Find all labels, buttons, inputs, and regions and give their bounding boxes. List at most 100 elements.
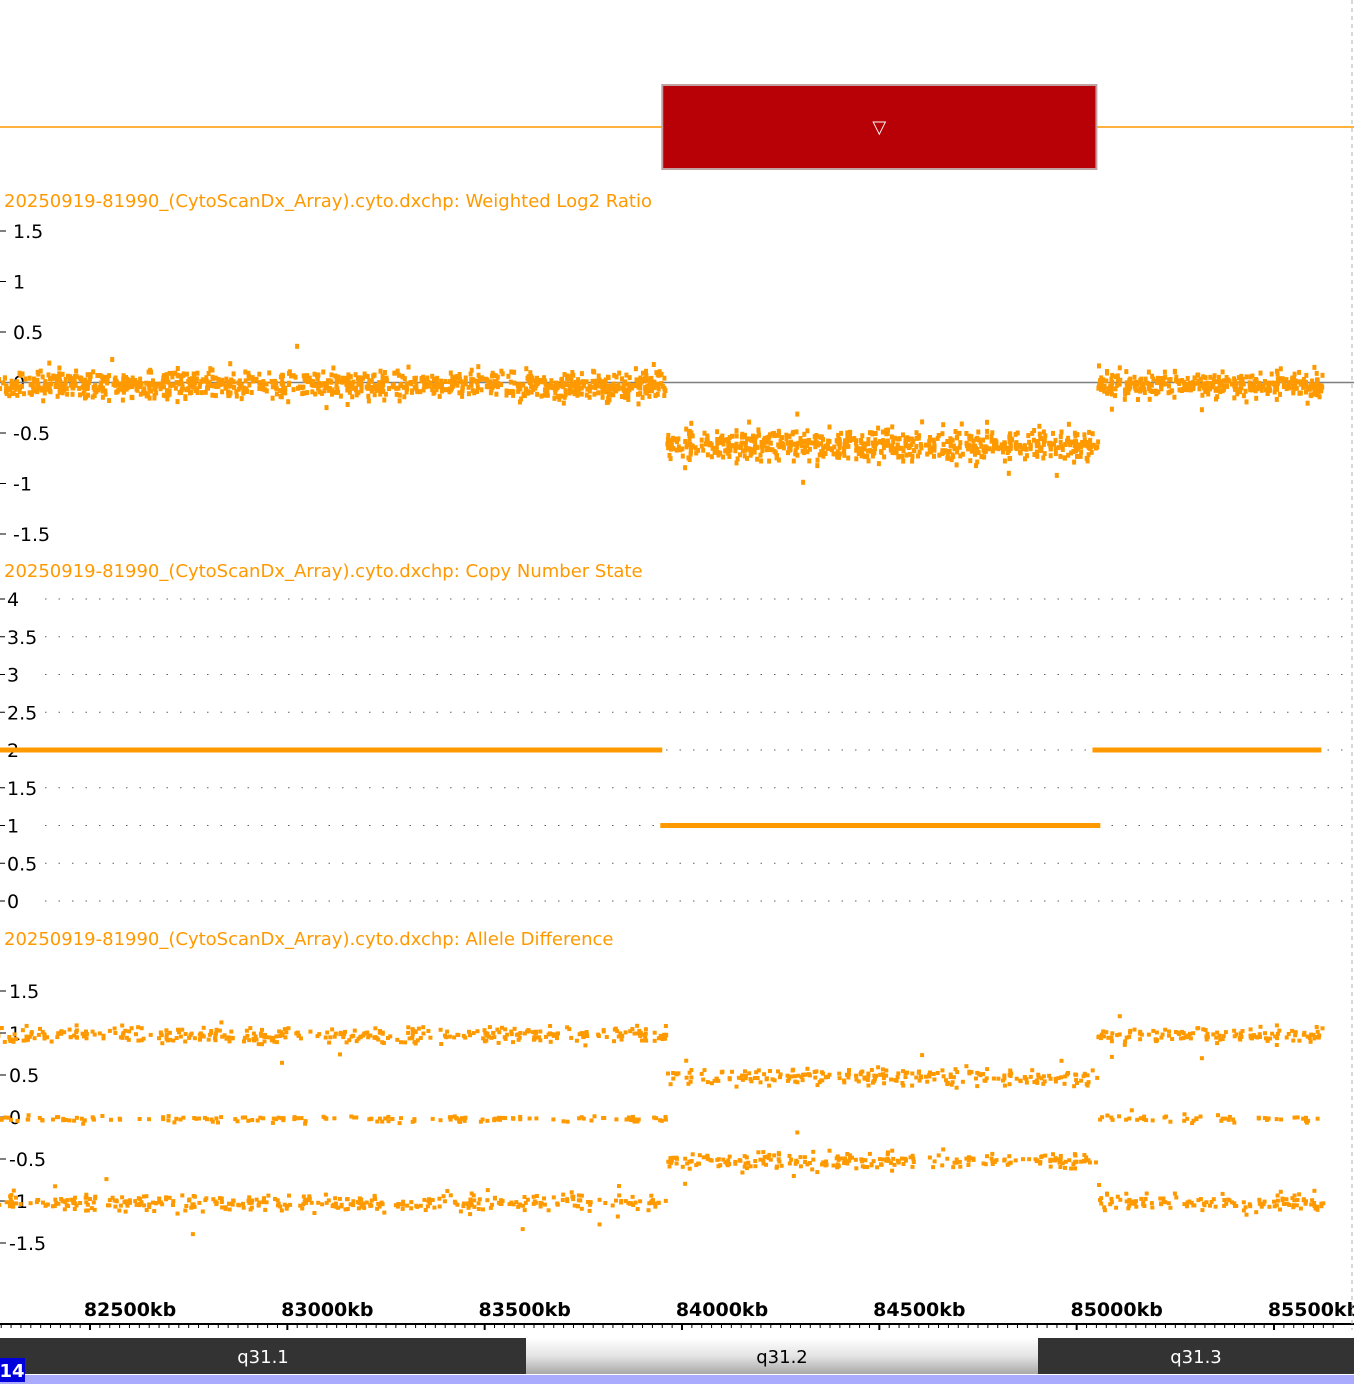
log2-ratio-point xyxy=(976,429,981,435)
allele-difference-point xyxy=(544,1034,548,1039)
allele-difference-point xyxy=(875,1165,880,1170)
chart-canvas[interactable]: ▽20250919-81990_(CytoScanDx_Array).cyto.… xyxy=(0,0,1354,1384)
log2-ratio-point xyxy=(975,459,980,465)
log2-ratio-point xyxy=(1048,453,1053,459)
allele-difference-point xyxy=(1315,1116,1320,1121)
log2-ratio-point xyxy=(175,372,180,378)
y-tick-label: 1.5 xyxy=(13,221,43,243)
allele-difference-point xyxy=(619,1199,624,1203)
allele-difference-point xyxy=(795,1130,800,1135)
log2-ratio-point xyxy=(321,369,326,375)
allele-difference-point xyxy=(917,1069,922,1074)
allele-difference-point xyxy=(200,1209,205,1214)
allele-difference-point xyxy=(1213,1204,1218,1209)
allele-difference-point xyxy=(1196,1198,1201,1203)
allele-difference-point xyxy=(548,1039,553,1044)
allele-difference-point xyxy=(85,1208,90,1213)
log2-ratio-point xyxy=(378,368,383,374)
log2-ratio-point xyxy=(761,442,766,448)
log2-ratio-point xyxy=(414,382,419,388)
log2-ratio-point xyxy=(542,375,546,381)
log2-ratio-point xyxy=(1211,377,1216,383)
allele-difference-point xyxy=(1270,1031,1275,1036)
log2-ratio-point xyxy=(28,382,33,388)
log2-ratio-point xyxy=(187,377,192,382)
allele-difference-point xyxy=(975,1070,980,1075)
log2-ratio-point xyxy=(860,452,865,458)
log2-ratio-point xyxy=(789,440,794,446)
allele-difference-point xyxy=(93,1196,98,1201)
genome-browser-view[interactable]: ▽ 20250919-81990_(CytoScanDx_Array).cyto.… xyxy=(0,0,1354,1384)
allele-difference-point xyxy=(248,1207,253,1212)
allele-difference-point xyxy=(1221,1034,1226,1039)
allele-difference-point xyxy=(574,1038,579,1043)
allele-difference-point xyxy=(24,1023,29,1028)
log2-ratio-point xyxy=(866,458,871,464)
allele-difference-point xyxy=(12,1032,17,1037)
log2-ratio-point xyxy=(105,376,110,382)
allele-difference-point xyxy=(538,1029,543,1034)
allele-difference-point xyxy=(652,1038,657,1043)
y-tick-label: 0 xyxy=(7,891,19,913)
log2-ratio-point xyxy=(472,378,477,384)
log2-ratio-point xyxy=(603,382,608,388)
allele-difference-point xyxy=(548,1024,553,1028)
log2-ratio-point xyxy=(65,391,70,397)
log2-ratio-point xyxy=(543,381,548,387)
allele-difference-point xyxy=(756,1150,761,1155)
allele-difference-point xyxy=(422,1197,427,1202)
log2-ratio-point xyxy=(823,451,828,456)
allele-difference-point xyxy=(183,1208,188,1213)
allele-difference-point xyxy=(466,1205,471,1210)
log2-ratio-point xyxy=(517,386,522,392)
log2-ratio-point xyxy=(1134,379,1138,385)
log2-ratio-point xyxy=(1275,377,1280,382)
allele-difference-point xyxy=(601,1116,606,1120)
allele-difference-point xyxy=(910,1083,915,1088)
log2-ratio-point xyxy=(1151,376,1156,382)
allele-difference-point xyxy=(945,1156,950,1161)
allele-difference-point xyxy=(1117,1114,1122,1119)
allele-difference-point xyxy=(787,1076,792,1081)
allele-difference-point xyxy=(60,1198,65,1203)
allele-difference-point xyxy=(45,1202,50,1207)
log2-ratio-point xyxy=(380,377,385,383)
log2-ratio-point xyxy=(249,390,254,395)
allele-difference-point xyxy=(756,1068,761,1073)
allele-difference-point xyxy=(164,1028,169,1033)
log2-ratio-point xyxy=(0,386,3,392)
log2-ratio-point xyxy=(662,375,667,381)
allele-difference-point xyxy=(740,1170,745,1175)
allele-difference-point xyxy=(299,1116,304,1121)
allele-difference-point xyxy=(197,1116,201,1121)
log2-ratio-point xyxy=(331,365,336,371)
allele-difference-point xyxy=(390,1117,395,1121)
allele-difference-point xyxy=(282,1027,287,1032)
allele-difference-point xyxy=(496,1040,501,1045)
allele-difference-point xyxy=(1172,1191,1177,1196)
allele-difference-point xyxy=(1166,1201,1171,1206)
allele-difference-point xyxy=(876,1065,881,1070)
allele-difference-point xyxy=(299,1036,303,1041)
log2-ratio-point xyxy=(329,372,334,378)
log2-ratio-point xyxy=(1007,456,1012,462)
allele-difference-point xyxy=(1227,1114,1232,1119)
allele-difference-point xyxy=(1279,1117,1284,1122)
log2-ratio-point xyxy=(1272,389,1277,395)
allele-difference-point xyxy=(1301,1032,1306,1037)
log2-ratio-point xyxy=(952,446,957,452)
allele-difference-point xyxy=(900,1081,905,1085)
allele-difference-point xyxy=(219,1115,224,1120)
log2-ratio-point xyxy=(1297,369,1302,375)
log2-ratio-point xyxy=(476,364,481,370)
allele-difference-point xyxy=(614,1198,618,1203)
allele-difference-point xyxy=(1312,1188,1317,1193)
allele-difference-point xyxy=(511,1116,516,1121)
allele-difference-point xyxy=(500,1025,504,1030)
allele-difference-point xyxy=(407,1036,412,1041)
log2-ratio-point xyxy=(545,392,550,398)
log2-ratio-point xyxy=(1141,381,1146,387)
allele-difference-point xyxy=(824,1162,829,1167)
allele-difference-point xyxy=(4,1200,9,1205)
allele-difference-point xyxy=(34,1200,39,1205)
